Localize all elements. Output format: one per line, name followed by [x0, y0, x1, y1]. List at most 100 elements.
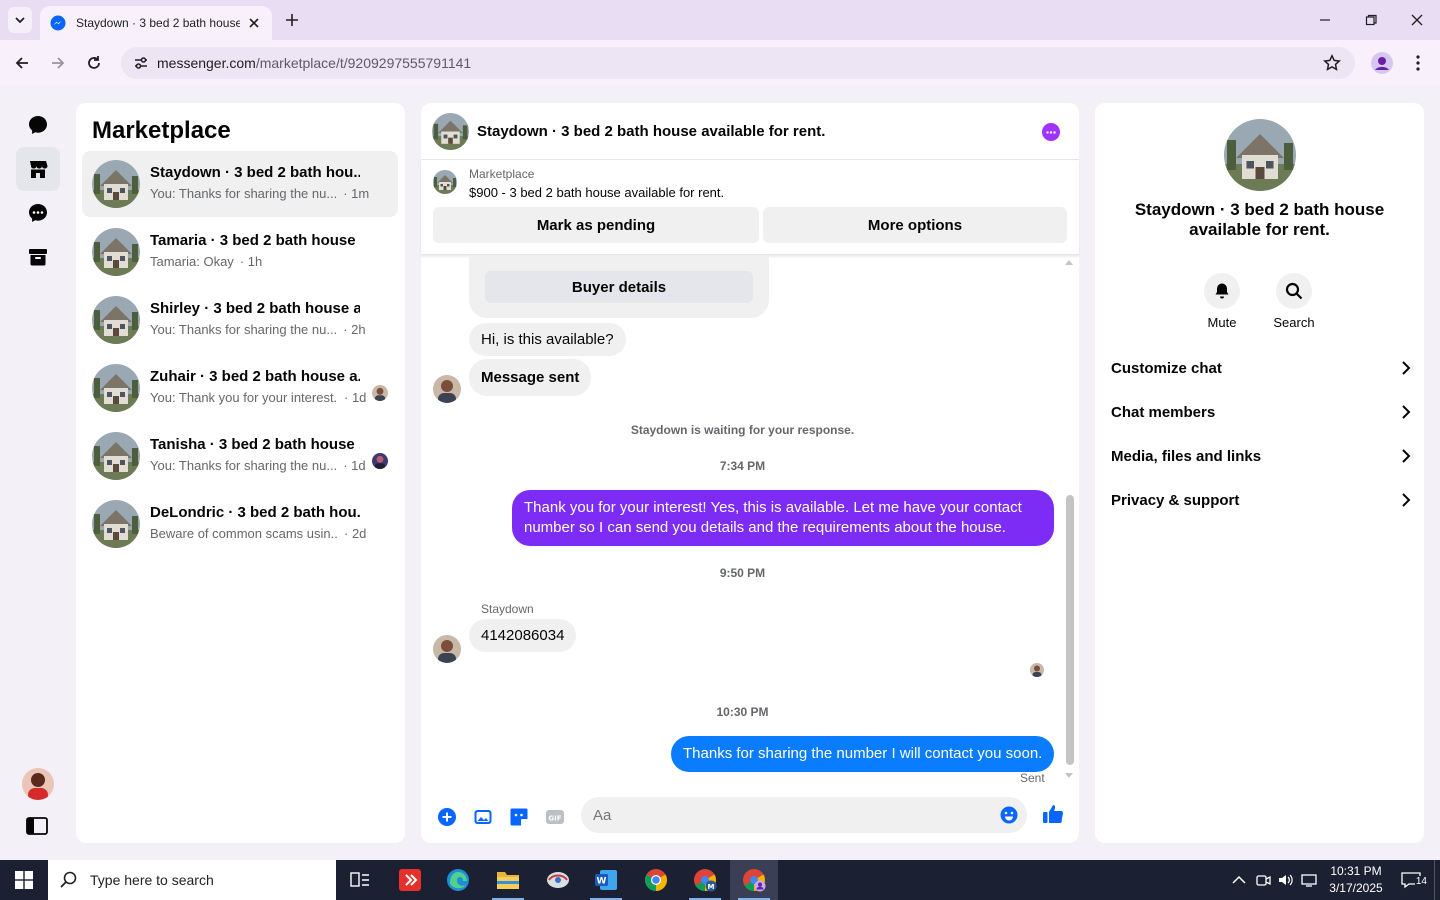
more-options-button[interactable]: More options [763, 207, 1067, 243]
conversation-preview: Tamaria: Okay · 1h [150, 254, 262, 269]
svg-text:GIF: GIF [548, 815, 561, 823]
chevron-down-icon [15, 17, 25, 24]
search-icon [60, 871, 77, 888]
preview-text: You: Thanks for sharing the nu... [150, 458, 338, 473]
thread-scrollbar[interactable] [1066, 495, 1074, 765]
conversation-item[interactable]: DeLondric · 3 bed 2 bath hou... Beware o… [82, 491, 398, 557]
listing-price[interactable]: $900 - 3 bed 2 bath house available for … [469, 185, 724, 200]
taskbar-clock[interactable]: 10:31 PM 3/17/2025 [1325, 863, 1387, 897]
emoji-icon[interactable] [1000, 806, 1018, 824]
marketplace-title: Marketplace [92, 117, 231, 144]
sender-avatar [433, 375, 461, 403]
back-arrow-icon[interactable] [10, 51, 34, 75]
gif-icon[interactable]: GIF [545, 807, 565, 827]
app-globe-icon[interactable] [534, 860, 582, 900]
row-label: Media, files and links [1111, 447, 1262, 465]
timestamp: 10:30 PM [716, 705, 769, 719]
phone-message-bubble[interactable]: 4142086034 [469, 619, 577, 652]
sticker-icon[interactable] [509, 807, 529, 827]
meet-now-icon[interactable] [1253, 870, 1273, 890]
message-requests-nav-button[interactable] [16, 191, 60, 235]
conversation-item[interactable]: Staydown · 3 bed 2 bath hou... You: Than… [82, 151, 398, 217]
close-tab-icon[interactable] [246, 15, 262, 31]
my-message-bubble[interactable]: Thank you for your interest! Yes, this i… [512, 490, 1054, 546]
close-window-icon[interactable] [1405, 8, 1429, 32]
profile-avatar-icon[interactable] [1370, 51, 1394, 75]
tab-search-button[interactable] [8, 7, 32, 33]
clock-time: 10:31 PM [1330, 864, 1382, 878]
chats-nav-button[interactable] [16, 103, 60, 147]
message-input[interactable] [581, 797, 1027, 833]
customize-chat-row[interactable]: Customize chat [1111, 346, 1411, 390]
marketplace-nav-button[interactable] [16, 147, 60, 191]
mark-pending-button[interactable]: Mark as pending [433, 207, 759, 243]
reload-icon[interactable] [82, 51, 106, 75]
conversation-item[interactable]: Shirley · 3 bed 2 bath house a... You: T… [82, 287, 398, 353]
privacy-support-row[interactable]: Privacy & support [1111, 478, 1411, 522]
user-avatar[interactable] [22, 768, 54, 800]
conversation-preview: You: Thanks for sharing the nu... · 1d [150, 458, 366, 473]
conversation-list: Marketplace Staydown · 3 bed 2 bath hou.… [76, 103, 405, 843]
url-path: /marketplace/t/9209297555791141 [255, 55, 472, 71]
browser-tab[interactable]: Staydown · 3 bed 2 bath house [40, 6, 272, 40]
network-icon[interactable] [1300, 870, 1320, 890]
message-bubble[interactable]: Hi, is this available? [469, 323, 626, 356]
message-sent-bubble[interactable]: Message sent [469, 359, 592, 396]
chat-members-row[interactable]: Chat members [1111, 390, 1411, 434]
app-red-icon[interactable] [386, 860, 434, 900]
chrome-icon[interactable] [632, 860, 680, 900]
buyer-details-button[interactable]: Buyer details [485, 271, 753, 303]
listing-thumbnail[interactable] [433, 170, 457, 194]
mute-button[interactable]: Mute [1192, 273, 1252, 330]
listing-source: Marketplace [469, 167, 535, 181]
conversation-preview: You: Thanks for sharing the nu... · 1m [150, 186, 369, 201]
photo-icon[interactable] [473, 807, 493, 827]
scroll-down-arrow-icon[interactable] [1065, 773, 1073, 779]
volume-icon[interactable] [1275, 870, 1295, 890]
media-files-row[interactable]: Media, files and links [1111, 434, 1411, 478]
search-button[interactable]: Search [1264, 273, 1324, 330]
restore-icon[interactable] [1359, 8, 1383, 32]
address-bar[interactable]: messenger.com/marketplace/t/920929755579… [121, 47, 1355, 79]
scroll-up-arrow-icon[interactable] [1065, 259, 1073, 265]
row-label: Customize chat [1111, 359, 1222, 377]
notification-center-icon[interactable]: 14 [1398, 870, 1428, 890]
chat-avatar[interactable] [432, 113, 469, 150]
taskbar-search-box[interactable]: Type here to search [48, 860, 336, 900]
chrome-profile-icon[interactable]: M [681, 860, 729, 900]
site-info-icon[interactable] [133, 55, 149, 71]
read-receipt-avatar [1030, 663, 1044, 677]
chevron-right-icon [1402, 449, 1411, 463]
minimize-icon[interactable] [1313, 8, 1337, 32]
chrome-active-icon[interactable] [730, 860, 778, 900]
conversation-item[interactable]: Tamaria · 3 bed 2 bath house ... Tamaria… [82, 219, 398, 285]
show-desktop-button[interactable] [1434, 860, 1440, 900]
preview-time: · 2d [344, 526, 367, 541]
conversation-name: DeLondric · 3 bed 2 bath hou... [150, 504, 360, 521]
conversation-preview: You: Thanks for sharing the nu... · 2h [150, 322, 366, 337]
chat-title[interactable]: Staydown · 3 bed 2 bath house available … [477, 123, 825, 140]
windows-start-icon[interactable] [0, 860, 48, 900]
bookmark-star-icon[interactable] [1323, 54, 1341, 72]
notification-count: 14 [1414, 876, 1428, 887]
my-message-bubble[interactable]: Thanks for sharing the number I will con… [671, 736, 1055, 772]
thumbs-up-icon[interactable] [1042, 803, 1064, 825]
edge-icon[interactable] [434, 860, 482, 900]
storefront-icon [30, 161, 48, 178]
more-dots-icon[interactable] [1042, 123, 1060, 141]
conversation-name: Shirley · 3 bed 2 bath house a... [150, 300, 360, 317]
plus-circle-icon[interactable] [437, 807, 457, 827]
conversation-item[interactable]: Tanisha · 3 bed 2 bath house ... You: Th… [82, 423, 398, 489]
conversation-item[interactable]: Zuhair · 3 bed 2 bath house a... You: Th… [82, 355, 398, 421]
word-icon[interactable]: W [582, 860, 630, 900]
forward-arrow-icon[interactable] [46, 51, 70, 75]
archive-nav-button[interactable] [16, 235, 60, 279]
file-explorer-icon[interactable] [484, 860, 532, 900]
sidebar-toggle-icon[interactable] [26, 816, 48, 836]
task-view-icon[interactable] [336, 860, 384, 900]
browser-menu-icon[interactable] [1408, 51, 1428, 75]
listing-avatar[interactable] [1224, 119, 1296, 191]
tray-chevron-up-icon[interactable] [1229, 870, 1249, 890]
chevron-right-icon [1402, 493, 1411, 507]
new-tab-icon[interactable] [282, 10, 302, 30]
